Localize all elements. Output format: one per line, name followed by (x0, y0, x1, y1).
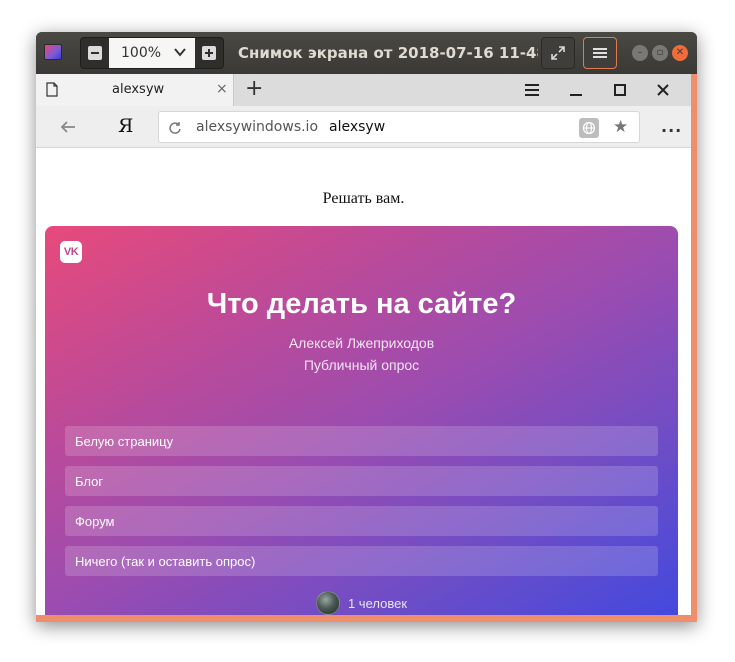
minimize-icon: – (637, 47, 643, 58)
zoom-out-button[interactable] (81, 38, 109, 68)
maximize-button[interactable]: ▫ (652, 45, 668, 61)
globe-icon (582, 121, 596, 135)
tab-close-icon[interactable]: × (216, 81, 228, 97)
chevron-down-icon (174, 48, 186, 57)
page-icon (46, 82, 58, 97)
tab-title: alexsyw (112, 82, 165, 97)
maximize-icon: ▫ (656, 47, 664, 58)
zoom-level-select[interactable]: 100% (109, 38, 195, 68)
avatar (315, 591, 340, 615)
reload-icon[interactable] (168, 121, 182, 135)
browser-minimize-button[interactable] (566, 80, 586, 100)
maximize-icon (614, 84, 626, 96)
zoom-level-value: 100% (121, 45, 162, 61)
browser-close-button[interactable] (653, 80, 673, 100)
bookmark-star-icon[interactable]: ★ (613, 117, 628, 137)
fullscreen-icon (551, 46, 565, 60)
minimize-button[interactable]: – (632, 45, 648, 61)
image-viewer-app-icon (44, 44, 62, 60)
image-viewer-window: 100% Снимок экрана от 2018-07-16 11-48-1… (36, 32, 697, 622)
page-intro-text: Решать вам. (322, 190, 405, 207)
minimize-icon (570, 94, 582, 96)
hamburger-icon (593, 48, 607, 58)
poll-option-label: Белую страницу (75, 433, 174, 449)
browser-maximize-button[interactable] (610, 80, 630, 100)
close-icon: ✕ (675, 47, 685, 58)
address-bar[interactable]: alexsywindows.io alexsyw ★ (158, 111, 640, 143)
close-icon (657, 84, 669, 96)
poll-author[interactable]: Алексей Лжеприходов (45, 335, 678, 351)
yandex-logo[interactable]: Я (118, 115, 133, 137)
url-host: alexsywindows.io (196, 119, 319, 135)
zoom-in-button[interactable] (195, 38, 223, 68)
new-tab-button[interactable]: + (245, 77, 263, 101)
poll-option[interactable]: Блог (65, 466, 658, 496)
hamburger-icon (525, 84, 539, 96)
window-border-right (691, 74, 697, 622)
tab-bar: alexsyw × + (36, 74, 691, 106)
poll-option[interactable]: Белую страницу (65, 426, 658, 456)
poll-option-label: Ничего (так и оставить опрос) (75, 553, 256, 569)
poll-type: Публичный опрос (303, 357, 420, 373)
viewer-titlebar: 100% Снимок экрана от 2018-07-16 11-48-1… (36, 32, 697, 74)
poll-option-label: Блог (75, 473, 104, 489)
fullscreen-button[interactable] (541, 37, 575, 69)
url-page-title: alexsyw (329, 119, 386, 135)
site-info-button[interactable] (579, 118, 599, 138)
poll-option[interactable]: Ничего (так и оставить опрос) (65, 546, 658, 576)
window-border-bottom (36, 615, 697, 622)
voter-count: 1 человек (347, 595, 408, 611)
tab-alexsyw[interactable]: alexsyw × (36, 74, 234, 106)
browser-screenshot: alexsyw × + Я alexsywindows.io alexsyw ★… (36, 74, 691, 615)
browser-menu-button[interactable] (522, 80, 542, 100)
vk-poll-widget: VK Что делать на сайте? Алексей Лжеприхо… (45, 226, 678, 615)
close-button[interactable]: ✕ (672, 45, 688, 61)
poll-voters[interactable]: 1 человек (45, 590, 678, 615)
back-arrow-icon[interactable] (58, 117, 78, 137)
minus-icon (88, 46, 102, 60)
more-options-button[interactable]: ... (661, 117, 682, 136)
plus-icon (202, 46, 216, 60)
poll-option[interactable]: Форум (65, 506, 658, 536)
zoom-control: 100% (80, 37, 224, 69)
viewer-menu-button[interactable] (583, 37, 617, 69)
vk-logo-icon[interactable]: VK (60, 241, 82, 263)
browser-toolbar: Я alexsywindows.io alexsyw ★ ... (36, 106, 691, 148)
poll-title: Что делать на сайте? (206, 288, 517, 320)
poll-option-label: Форум (75, 513, 115, 529)
viewer-title: Снимок экрана от 2018-07-16 11-48-11.... (238, 44, 538, 62)
